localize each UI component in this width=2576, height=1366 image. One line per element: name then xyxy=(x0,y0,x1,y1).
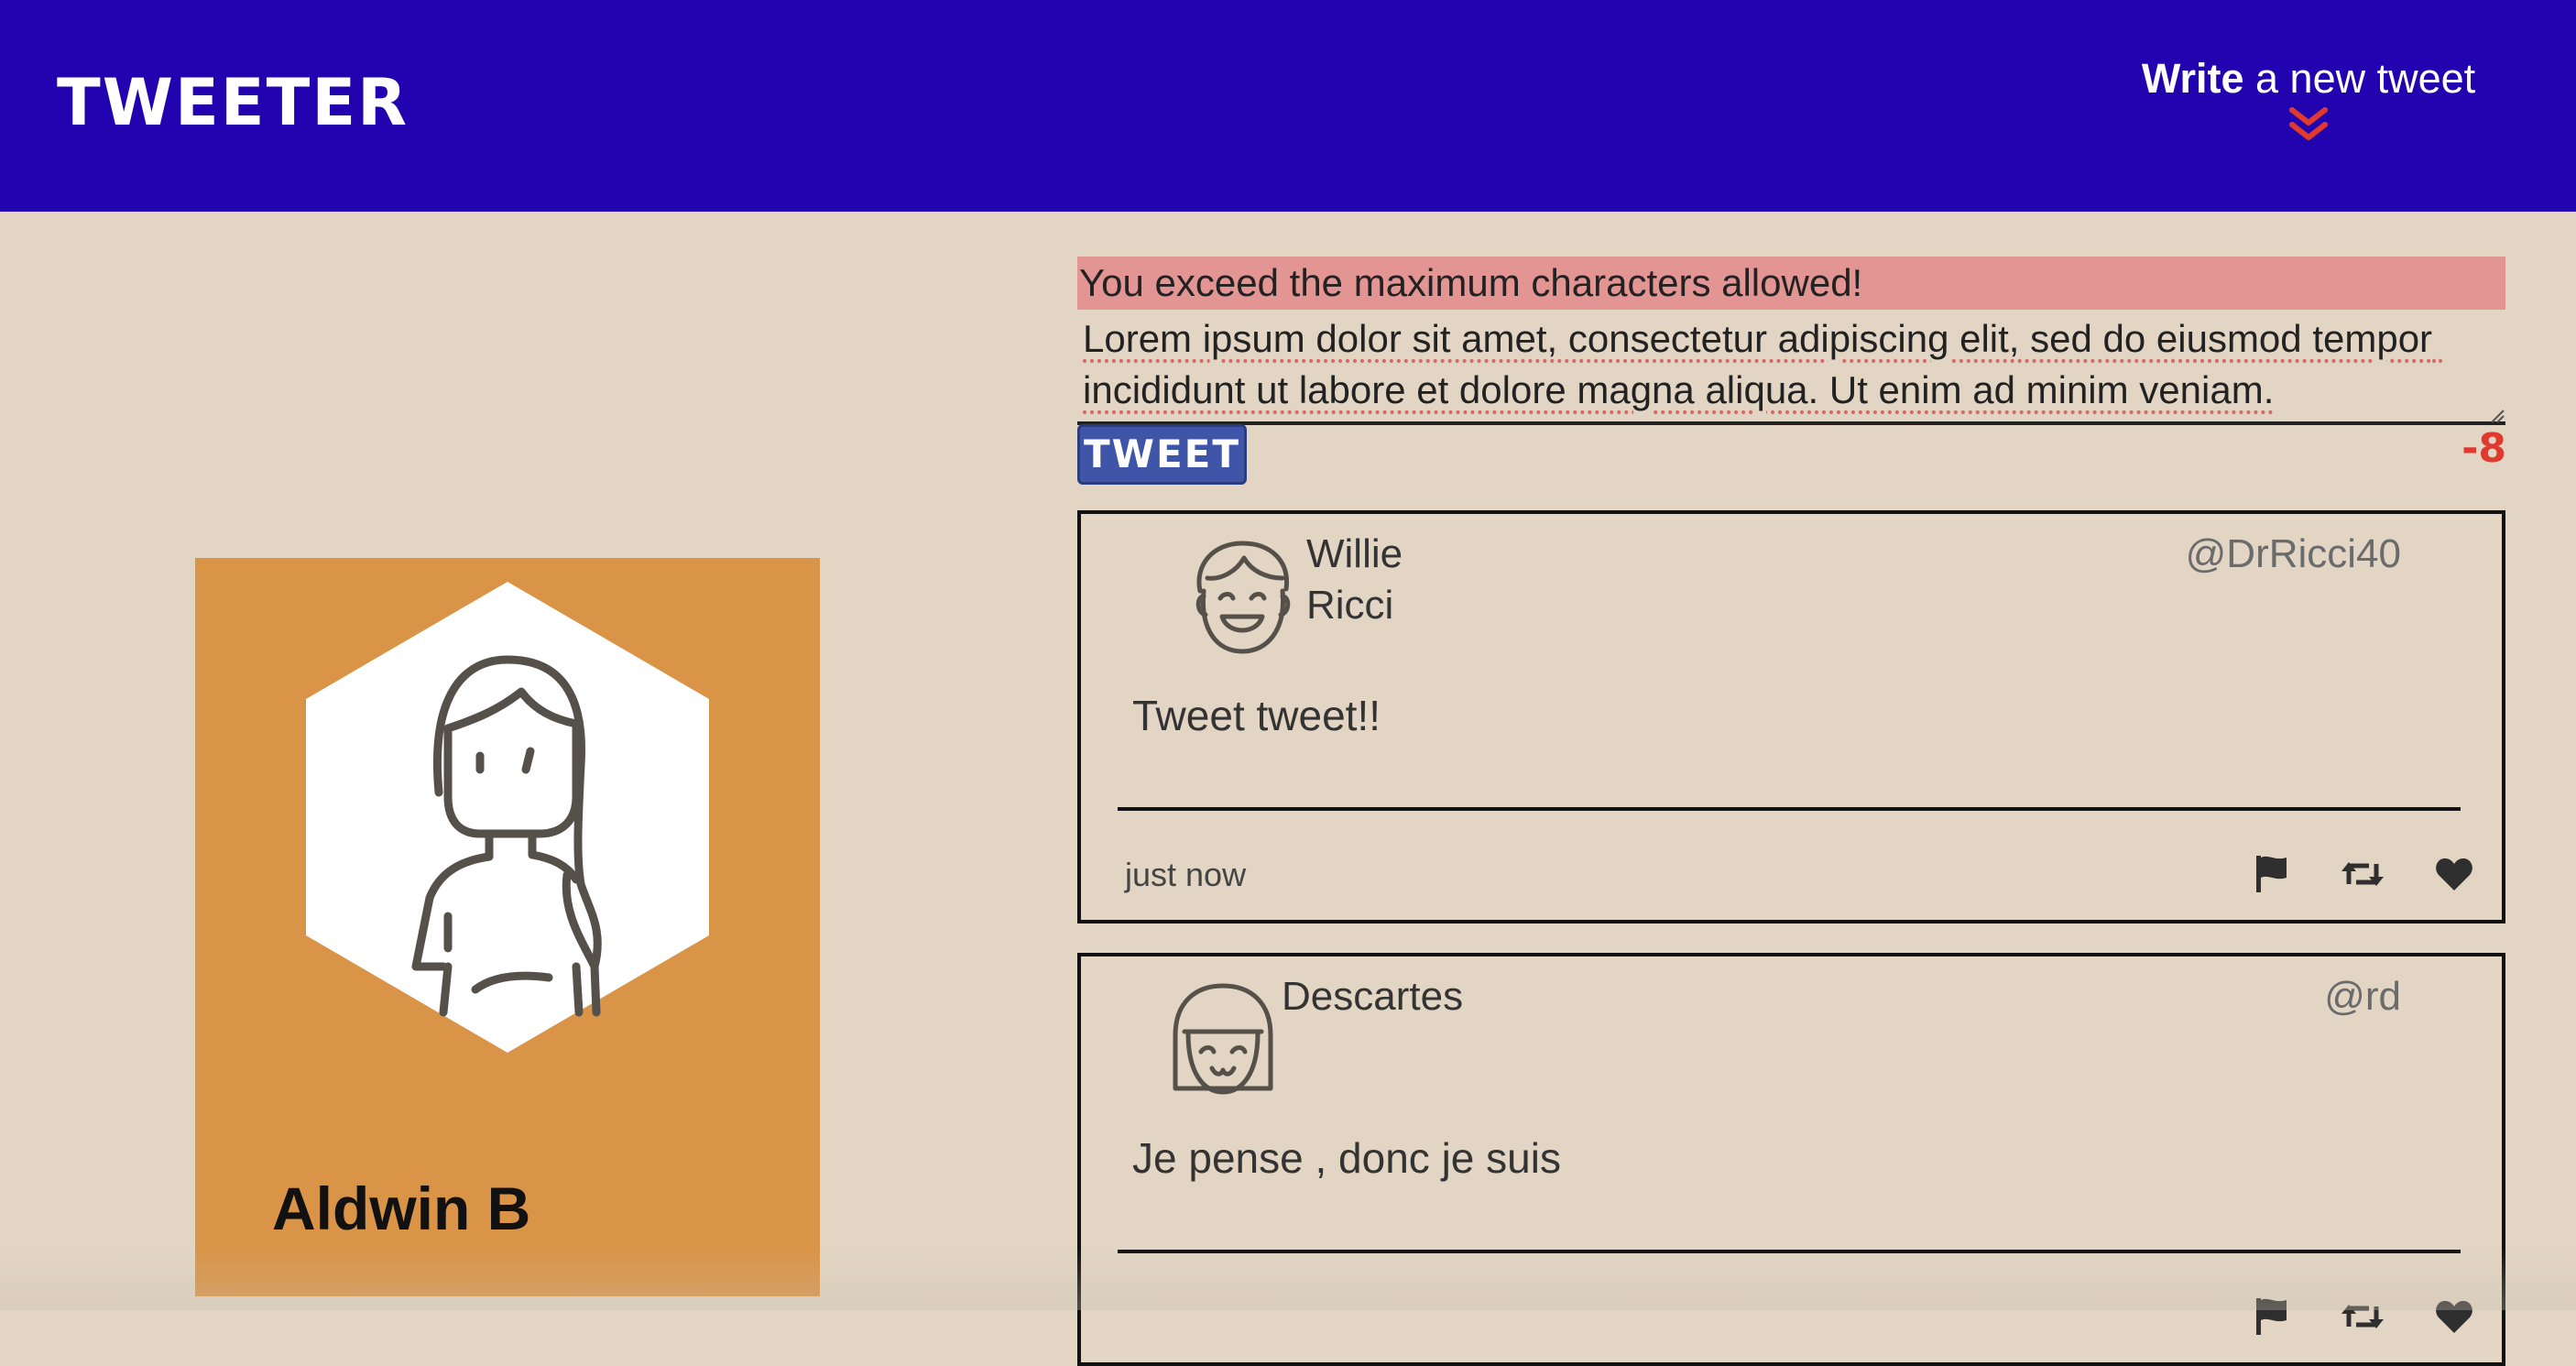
flag-icon[interactable] xyxy=(2254,854,2290,894)
tweet-actions xyxy=(2254,848,2473,900)
retweet-icon[interactable] xyxy=(2341,858,2384,890)
tweet-author-handle[interactable]: @rd xyxy=(2324,971,2401,1022)
write-new-tweet-label: Write a new tweet xyxy=(2141,55,2476,102)
tweet-timestamp: just now xyxy=(1125,856,1247,893)
error-message: You exceed the maximum characters allowe… xyxy=(1077,257,2505,310)
laughing-boy-avatar-icon xyxy=(1195,541,1291,654)
woman-avatar-icon xyxy=(306,582,709,1053)
flag-icon[interactable] xyxy=(2254,1296,2290,1337)
tweet-author-name: Willie Ricci xyxy=(1306,531,1403,628)
tweet-divider xyxy=(1118,1250,2461,1253)
tweet-text: Je pense , donc je suis xyxy=(1132,1134,1561,1182)
heart-icon[interactable] xyxy=(2435,1299,2473,1334)
tweet-divider xyxy=(1118,807,2461,811)
top-nav: TWEETER Write a new tweet xyxy=(0,0,2576,212)
tweet-card: Willie Ricci @DrRicci40 Tweet tweet!! ju… xyxy=(1077,510,2505,923)
tweet-card: Descartes @rd Je pense , donc je suis xyxy=(1077,953,2505,1366)
retweet-icon[interactable] xyxy=(2341,1301,2384,1332)
tweet-actions xyxy=(2254,1291,2473,1342)
tweet-textarea[interactable]: Lorem ipsum dolor sit amet, consectetur … xyxy=(1077,310,2505,425)
profile-card: Aldwin B xyxy=(195,558,820,1296)
tweet-author-handle[interactable]: @DrRicci40 xyxy=(2186,529,2401,580)
smiling-girl-avatar-icon xyxy=(1173,983,1273,1095)
app-logo[interactable]: TWEETER xyxy=(57,64,409,141)
profile-name: Aldwin B xyxy=(272,1175,531,1242)
tweet-text: Tweet tweet!! xyxy=(1132,692,1381,739)
write-new-tweet-toggle[interactable]: Write a new tweet xyxy=(2134,51,2483,152)
double-chevron-down-icon xyxy=(2289,107,2328,140)
heart-icon[interactable] xyxy=(2435,857,2473,891)
character-counter: -8 xyxy=(2461,425,2506,472)
tweet-submit-button[interactable]: TWEET xyxy=(1077,424,1247,485)
tweet-author-name: Descartes xyxy=(1282,974,1464,1019)
